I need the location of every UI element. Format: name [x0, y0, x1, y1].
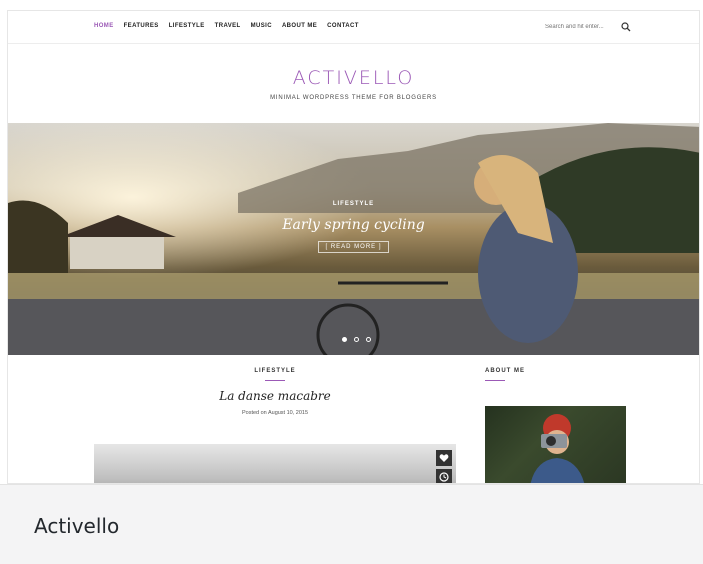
about-me-title: ABOUT ME	[485, 368, 525, 374]
post-divider	[265, 380, 285, 381]
site-branding: ACTIVELLO MINIMAL WORDPRESS THEME FOR BL…	[8, 67, 699, 101]
search-input[interactable]	[545, 24, 617, 30]
magnifier-icon[interactable]	[621, 22, 631, 32]
hero-category[interactable]: LIFESTYLE	[8, 201, 699, 207]
slider-dot-2[interactable]	[354, 337, 359, 342]
theme-preview: HOME FEATURES LIFESTYLE TRAVEL MUSIC ABO…	[7, 10, 700, 484]
clock-icon[interactable]	[436, 469, 452, 483]
nav-menu: HOME FEATURES LIFESTYLE TRAVEL MUSIC ABO…	[94, 23, 359, 29]
hero-caption: LIFESTYLE Early spring cycling [ READ MO…	[8, 201, 699, 253]
sidebar: ABOUT ME	[485, 368, 630, 483]
caption-bar: Activello	[0, 484, 703, 564]
post-date: Posted on August 10, 2015	[241, 410, 309, 416]
slider-dot-1[interactable]	[342, 337, 347, 342]
theme-name: Activello	[34, 514, 120, 538]
slider-dot-3[interactable]	[366, 337, 371, 342]
post-featured-image[interactable]	[94, 444, 456, 483]
top-navigation: HOME FEATURES LIFESTYLE TRAVEL MUSIC ABO…	[8, 11, 699, 44]
nav-item-contact[interactable]: CONTACT	[327, 23, 359, 29]
nav-item-about-me[interactable]: ABOUT ME	[282, 23, 317, 29]
nav-item-music[interactable]: MUSIC	[251, 23, 272, 29]
nav-item-features[interactable]: FEATURES	[124, 23, 159, 29]
about-me-image[interactable]	[485, 406, 626, 483]
search-box	[545, 21, 631, 33]
nav-item-home[interactable]: HOME	[94, 23, 114, 29]
nav-item-travel[interactable]: TRAVEL	[215, 23, 241, 29]
hero-title[interactable]: Early spring cycling	[8, 217, 699, 233]
read-more-button[interactable]: [ READ MORE ]	[318, 241, 389, 253]
site-title[interactable]: ACTIVELLO	[8, 67, 699, 89]
site-tagline: MINIMAL WORDPRESS THEME FOR BLOGGERS	[270, 95, 437, 101]
post-category[interactable]: LIFESTYLE	[94, 368, 456, 374]
widget-divider	[485, 380, 505, 381]
nav-item-lifestyle[interactable]: LIFESTYLE	[169, 23, 205, 29]
heart-icon[interactable]	[436, 450, 452, 466]
hero-slider[interactable]: LIFESTYLE Early spring cycling [ READ MO…	[8, 123, 699, 355]
post-actions	[436, 450, 452, 483]
slider-dots	[342, 337, 371, 342]
blog-post: LIFESTYLE La danse macabre Posted on Aug…	[94, 368, 456, 483]
post-title[interactable]: La danse macabre	[94, 389, 456, 403]
